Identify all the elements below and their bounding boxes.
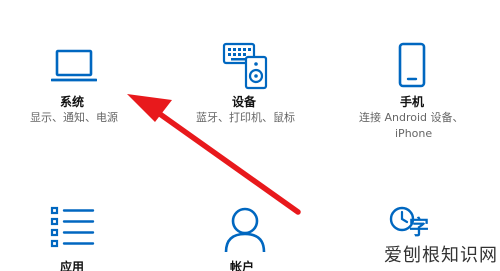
annotation-arrow: [127, 94, 301, 215]
watermark: 爱刨根知识网: [384, 241, 500, 271]
settings-page: 系统 显示、通知、电源 设备 蓝牙、打印机、鼠标 手机 连接 Android 设…: [0, 0, 500, 271]
watermark-text: 爱刨根知识网: [384, 245, 498, 266]
